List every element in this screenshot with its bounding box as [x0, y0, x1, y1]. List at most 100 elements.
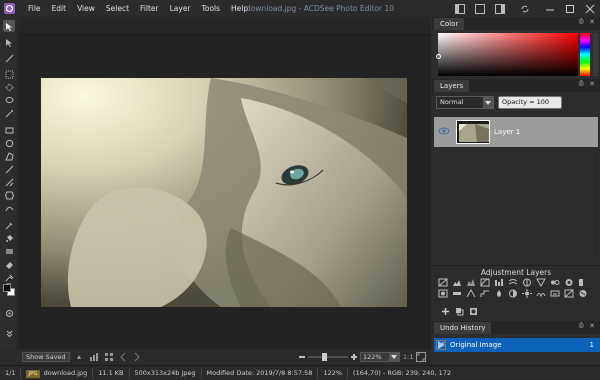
- select-tool-icon[interactable]: [3, 20, 15, 32]
- histogram-icon[interactable]: [89, 352, 99, 362]
- layout-left-icon[interactable]: [450, 0, 470, 17]
- close-icon[interactable]: [580, 0, 600, 17]
- tab-layers[interactable]: Layers: [434, 80, 470, 92]
- grid-view-icon[interactable]: [104, 352, 114, 362]
- selective-color-icon[interactable]: [564, 289, 574, 298]
- undo-strip-icon[interactable]: [75, 352, 85, 362]
- mask-icon[interactable]: [466, 306, 480, 316]
- shape-icon[interactable]: [3, 176, 15, 188]
- zoom-slider[interactable]: [298, 352, 358, 362]
- magic-wand-icon[interactable]: [3, 81, 15, 93]
- dehaze-icon[interactable]: [508, 278, 518, 287]
- undo-item-label: Original Image: [450, 341, 502, 349]
- menu-select[interactable]: Select: [101, 0, 135, 17]
- threshold-icon[interactable]: [466, 289, 476, 298]
- navigation-strip: Show Saved 122% 1:1: [0, 349, 431, 365]
- split-tone-icon[interactable]: [578, 278, 588, 287]
- color-balance-icon[interactable]: [522, 278, 532, 287]
- chevron-down-icon[interactable]: [389, 352, 399, 362]
- hue-icon[interactable]: [550, 289, 560, 298]
- prev-arrow-icon[interactable]: [118, 352, 128, 362]
- exposure-icon[interactable]: [438, 278, 448, 287]
- levels-icon[interactable]: [452, 278, 462, 287]
- options-bar: [19, 17, 431, 35]
- droplet-icon[interactable]: [494, 289, 504, 298]
- menu-filter[interactable]: Filter: [135, 0, 165, 17]
- add-icon[interactable]: [438, 306, 452, 316]
- color-eq-icon[interactable]: [550, 278, 560, 287]
- file-size: 11.1 KB: [93, 367, 130, 379]
- brightness-icon[interactable]: [522, 289, 532, 298]
- channel-mixer-icon[interactable]: [564, 278, 574, 287]
- undo-item-number: 1: [589, 341, 594, 349]
- layout-full-icon[interactable]: [470, 0, 490, 17]
- close-icon[interactable]: ✕: [589, 322, 595, 330]
- eraser-icon[interactable]: [3, 258, 15, 270]
- actual-size-button[interactable]: 1:1: [403, 349, 413, 365]
- ellipse-icon[interactable]: [3, 137, 15, 149]
- hue-slider[interactable]: [580, 33, 590, 76]
- adjustment-layers-title: Adjustment Layers: [480, 268, 552, 277]
- pin-icon[interactable]: ⨶: [579, 80, 584, 89]
- rectangle-icon[interactable]: [3, 124, 15, 136]
- acdsee-logo-icon[interactable]: [2, 1, 17, 16]
- tab-color[interactable]: Color: [434, 18, 465, 30]
- show-saved-button[interactable]: Show Saved: [22, 352, 70, 362]
- menu-file[interactable]: File: [23, 0, 47, 17]
- menu-tools[interactable]: Tools: [197, 0, 226, 17]
- tone-curves-icon[interactable]: [480, 278, 490, 287]
- layer-row[interactable]: Layer 1: [434, 117, 598, 147]
- fit-screen-icon[interactable]: [416, 352, 426, 362]
- foreground-color-swatch-front[interactable]: [3, 284, 11, 292]
- minimize-icon[interactable]: [540, 0, 560, 17]
- photo-filter-icon[interactable]: [438, 289, 448, 298]
- gradient-map-icon[interactable]: [452, 289, 462, 298]
- photo-cat-image[interactable]: [41, 78, 407, 307]
- chevron-down-icon[interactable]: [483, 97, 493, 108]
- vibrance-icon[interactable]: [536, 289, 546, 298]
- eyedropper-icon[interactable]: [3, 219, 15, 231]
- adjustment-tools: [438, 306, 480, 316]
- resize-diagonal-icon[interactable]: [436, 340, 446, 350]
- lasso-icon[interactable]: [3, 94, 15, 106]
- tab-undo-history[interactable]: Undo History: [434, 322, 492, 334]
- pin-icon[interactable]: ⨶: [579, 18, 584, 27]
- pin-icon[interactable]: ⨶: [579, 322, 584, 331]
- next-arrow-icon[interactable]: [132, 352, 142, 362]
- invert-icon[interactable]: [508, 289, 518, 298]
- arrow-icon[interactable]: [3, 36, 15, 48]
- posterize-icon[interactable]: [480, 289, 490, 298]
- layer-name[interactable]: Layer 1: [494, 117, 520, 147]
- settings-icon[interactable]: [3, 307, 15, 319]
- gradient-icon[interactable]: [3, 245, 15, 257]
- fill-icon[interactable]: [3, 232, 15, 244]
- undo-history-item[interactable]: Original Image 1: [434, 338, 600, 352]
- layout-right-icon[interactable]: [490, 0, 510, 17]
- color-scrollbar[interactable]: [593, 33, 598, 76]
- menu-layer[interactable]: Layer: [165, 0, 197, 17]
- polygon-icon[interactable]: [3, 150, 15, 162]
- line-icon[interactable]: [3, 163, 15, 175]
- maximize-icon[interactable]: [560, 0, 580, 17]
- close-icon[interactable]: ✕: [589, 80, 595, 88]
- auto-levels-icon[interactable]: [466, 278, 476, 287]
- wand-icon[interactable]: [3, 107, 15, 119]
- opacity-field[interactable]: Opacity = 100: [498, 96, 562, 109]
- light-eq-icon[interactable]: [494, 278, 504, 287]
- color-picker-field[interactable]: [438, 33, 578, 76]
- canvas-area[interactable]: [19, 17, 431, 349]
- curve-icon[interactable]: [3, 202, 15, 214]
- marquee-icon[interactable]: [3, 68, 15, 80]
- eye-icon[interactable]: [438, 127, 450, 137]
- menu-edit[interactable]: Edit: [47, 0, 73, 17]
- menu-view[interactable]: View: [72, 0, 101, 17]
- sync-icon[interactable]: [510, 0, 540, 17]
- chevron-down-icon[interactable]: [3, 327, 15, 339]
- white-balance-icon[interactable]: [536, 278, 546, 287]
- vignette-icon[interactable]: [578, 289, 588, 298]
- color-panel: Color ⨶ ✕: [432, 17, 600, 78]
- close-icon[interactable]: ✕: [589, 18, 595, 26]
- duplicate-icon[interactable]: [452, 306, 466, 316]
- hexagon-icon[interactable]: [3, 189, 15, 201]
- brush-icon[interactable]: [3, 52, 15, 64]
